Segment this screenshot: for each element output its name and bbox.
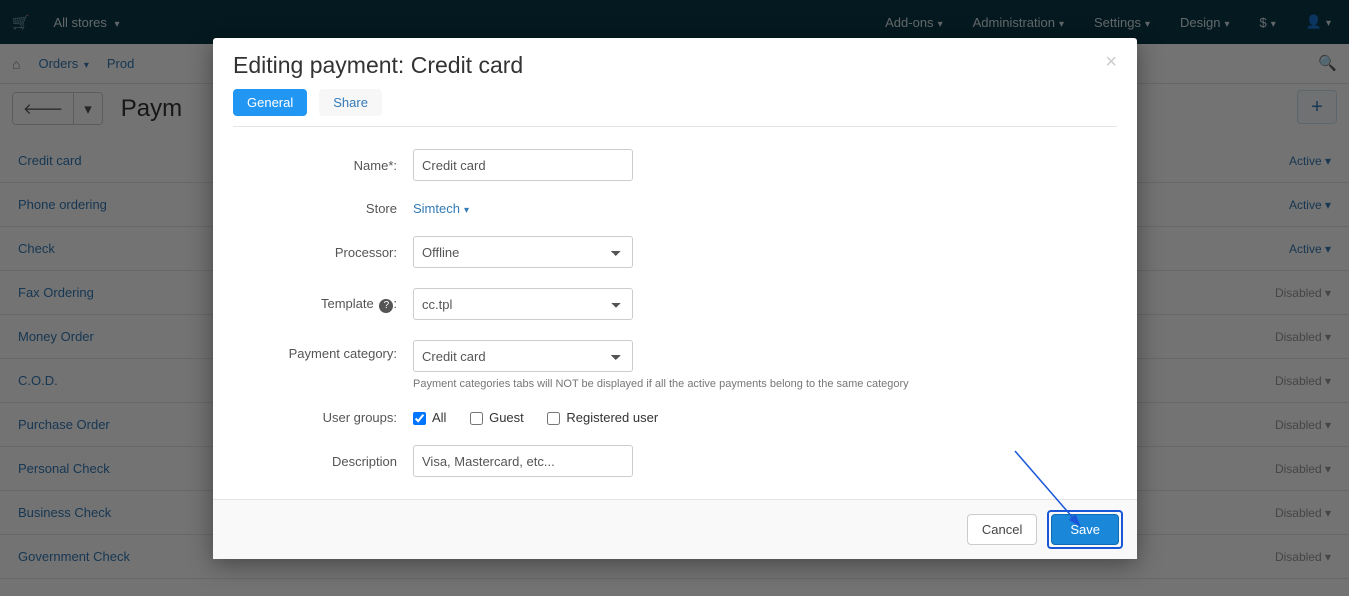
chk-registered[interactable] bbox=[547, 412, 560, 425]
label-name: Name*: bbox=[233, 158, 413, 173]
store-dropdown[interactable]: Simtech▾ bbox=[413, 201, 469, 216]
chk-registered-label: Registered user bbox=[547, 410, 658, 425]
close-icon[interactable]: × bbox=[1105, 52, 1117, 72]
row-name: Name*: bbox=[233, 149, 1117, 181]
template-select[interactable]: cc.tpl bbox=[413, 288, 633, 320]
cancel-button[interactable]: Cancel bbox=[967, 514, 1037, 545]
label-store: Store bbox=[233, 201, 413, 216]
tab-share[interactable]: Share bbox=[319, 89, 382, 116]
chk-all[interactable] bbox=[413, 412, 426, 425]
row-payment-category: Payment category: Credit card Payment ca… bbox=[233, 340, 1117, 390]
label-user-groups: User groups: bbox=[233, 410, 413, 425]
label-payment-category: Payment category: bbox=[233, 340, 413, 361]
name-input[interactable] bbox=[413, 149, 633, 181]
save-button[interactable]: Save bbox=[1051, 514, 1119, 545]
label-template: Template ?: bbox=[233, 296, 413, 313]
label-description: Description bbox=[233, 454, 413, 469]
user-groups-checkboxes: All Guest Registered user bbox=[413, 410, 1117, 425]
chk-guest[interactable] bbox=[470, 412, 483, 425]
row-template: Template ?: cc.tpl bbox=[233, 288, 1117, 320]
payment-category-hint: Payment categories tabs will NOT be disp… bbox=[413, 378, 1117, 390]
edit-payment-modal: Editing payment: Credit card × General S… bbox=[213, 38, 1137, 559]
modal-footer: Cancel Save bbox=[213, 499, 1137, 559]
modal-body: General Share Name*: Store Simtech▾ Proc… bbox=[213, 89, 1137, 499]
row-processor: Processor: Offline bbox=[233, 236, 1117, 268]
row-store: Store Simtech▾ bbox=[233, 201, 1117, 216]
payment-category-select[interactable]: Credit card bbox=[413, 340, 633, 372]
help-icon[interactable]: ? bbox=[379, 299, 393, 313]
modal-header: Editing payment: Credit card × bbox=[213, 38, 1137, 89]
description-input[interactable] bbox=[413, 445, 633, 477]
row-description: Description bbox=[233, 445, 1117, 477]
save-highlight: Save bbox=[1047, 510, 1123, 549]
chk-guest-label: Guest bbox=[470, 410, 524, 425]
chk-all-label: All bbox=[413, 410, 446, 425]
modal-tabs: General Share bbox=[233, 89, 1117, 127]
modal-title: Editing payment: Credit card bbox=[233, 52, 523, 79]
processor-select[interactable]: Offline bbox=[413, 236, 633, 268]
tab-general[interactable]: General bbox=[233, 89, 307, 116]
label-processor: Processor: bbox=[233, 245, 413, 260]
caret-down-icon: ▾ bbox=[464, 205, 469, 216]
row-user-groups: User groups: All Guest Registered user bbox=[233, 410, 1117, 425]
